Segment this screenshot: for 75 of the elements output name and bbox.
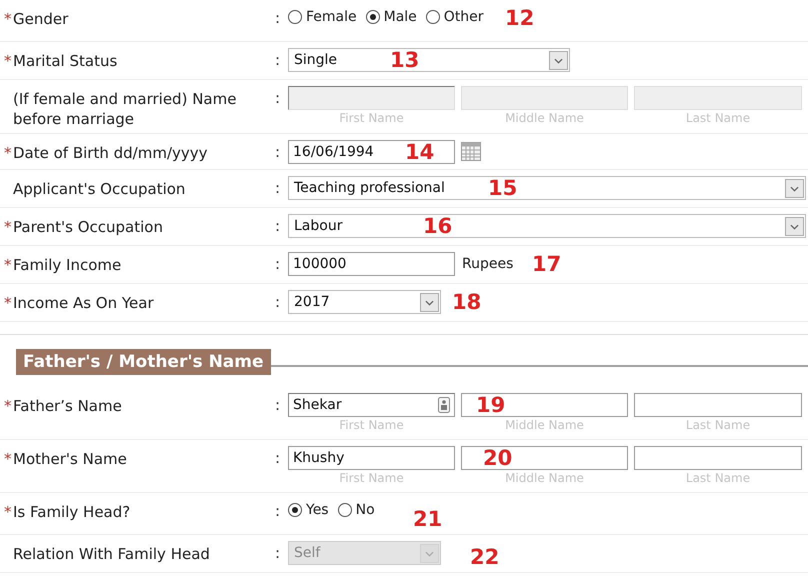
field-hint: Last Name xyxy=(686,470,750,487)
annotation-number: 22 xyxy=(470,544,500,571)
field-hint: First Name xyxy=(339,417,404,434)
annotation-number: 15 xyxy=(488,175,518,202)
contact-card-icon[interactable] xyxy=(438,397,450,413)
required-mark: * xyxy=(4,502,12,522)
section-header: Father's / Mother's Name xyxy=(16,349,271,375)
colon-separator: : xyxy=(275,395,280,414)
required-mark: * xyxy=(4,217,12,237)
name-field[interactable]: Khushy xyxy=(288,446,455,470)
name-field[interactable] xyxy=(634,446,802,470)
required-mark: * xyxy=(4,51,12,71)
field-hint: Last Name xyxy=(686,417,750,434)
radio-button[interactable] xyxy=(288,503,302,517)
colon-separator: : xyxy=(275,501,280,520)
income-field[interactable]: 100000 xyxy=(288,252,455,276)
radio-option[interactable]: Other xyxy=(426,9,484,25)
annotation-number: 12 xyxy=(505,5,534,32)
field-label: Gender xyxy=(13,9,68,29)
field-hint: Middle Name xyxy=(505,470,584,487)
colon-separator: : xyxy=(275,88,280,107)
colon-separator: : xyxy=(275,178,280,197)
colon-separator: : xyxy=(275,292,280,311)
required-mark: * xyxy=(4,143,12,163)
radio-button[interactable] xyxy=(426,10,440,24)
field-label: Parent's Occupation xyxy=(13,217,163,237)
annotation-number: 16 xyxy=(423,213,452,240)
field-label: Relation With Family Head xyxy=(13,544,210,564)
field-label: Mother's Name xyxy=(13,449,127,469)
required-mark: * xyxy=(4,255,12,275)
required-mark: * xyxy=(4,396,12,416)
field-label: Applicant's Occupation xyxy=(13,179,186,199)
field-hint: Last Name xyxy=(686,110,750,127)
field-label: Family Income xyxy=(13,255,122,275)
radio-option[interactable]: Male xyxy=(366,9,417,25)
radio-button[interactable] xyxy=(288,10,302,24)
field-label: Income As On Year xyxy=(13,293,154,313)
name-field[interactable] xyxy=(461,393,628,417)
colon-separator: : xyxy=(275,448,280,467)
radio-option[interactable]: No xyxy=(338,502,375,518)
field-label: Is Family Head? xyxy=(13,502,130,522)
annotation-number: 17 xyxy=(532,251,562,278)
radio-button[interactable] xyxy=(338,503,352,517)
annotation-number: 13 xyxy=(390,47,420,74)
field-label: Marital Status xyxy=(13,51,118,71)
name-field[interactable] xyxy=(461,446,628,470)
radio-option[interactable]: Female xyxy=(288,9,357,25)
annotation-number: 21 xyxy=(413,506,442,533)
radio-option[interactable]: Yes xyxy=(288,502,329,518)
annotation-number: 14 xyxy=(405,139,434,166)
annotation-number: 19 xyxy=(476,392,506,419)
annotation-number: 20 xyxy=(483,445,512,472)
colon-separator: : xyxy=(275,50,280,69)
name-field[interactable] xyxy=(634,393,802,417)
calendar-icon[interactable] xyxy=(461,142,481,161)
field-label: Date of Birth dd/mm/yyyy xyxy=(13,143,208,163)
unit-label: Rupees xyxy=(461,255,514,272)
field-hint: First Name xyxy=(339,110,404,127)
required-mark: * xyxy=(4,293,12,313)
colon-separator: : xyxy=(275,254,280,273)
dropdown[interactable]: 2017 xyxy=(288,290,441,314)
field-label: Father’s Name xyxy=(13,396,122,416)
radio-button[interactable] xyxy=(366,10,380,24)
name-field[interactable]: Shekar xyxy=(288,393,455,417)
colon-separator: : xyxy=(275,216,280,235)
field-hint: First Name xyxy=(339,470,404,487)
colon-separator: : xyxy=(275,543,280,562)
field-label: (If female and married) Name before marriage xyxy=(13,89,238,129)
annotation-number: 18 xyxy=(452,289,482,316)
required-mark: * xyxy=(4,9,12,29)
colon-separator: : xyxy=(275,8,280,27)
colon-separator: : xyxy=(275,142,280,161)
field-hint: Middle Name xyxy=(505,110,584,127)
required-mark: * xyxy=(4,449,12,469)
field-hint: Middle Name xyxy=(505,417,584,434)
